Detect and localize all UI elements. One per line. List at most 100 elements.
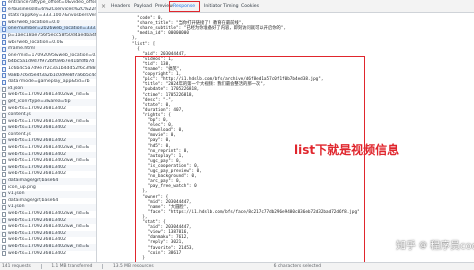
request-name: web?ts=1709236813402&w_rid=&: [8, 224, 90, 230]
request-row[interactable]: v1.json: [0, 204, 96, 211]
request-list: entrance?aftype_offset=0&video_offset=0&…: [0, 0, 97, 262]
request-row[interactable]: data?mode=gameplay_app&tid=rb: [0, 79, 96, 86]
request-row[interactable]: web?ts=1709236813402: [0, 106, 96, 113]
request-name: web?ts=1709236813402: [8, 230, 66, 236]
request-name: p=1aec18ae756f5ecc58f50d4aedba4fce: [8, 32, 96, 38]
request-name: web?ts=1709236813402&w_rid=&: [8, 118, 90, 124]
file-icon: [2, 178, 6, 184]
request-row[interactable]: web?ts=1709236813402&w_rid=&: [0, 224, 96, 231]
request-row[interactable]: b4bc5a1d9d7f972bffa9b7e41bfdfb7d: [0, 59, 96, 66]
document-icon: [2, 13, 6, 19]
request-row[interactable]: stats?appKey=333.1007&nvosbersVersion: [0, 13, 96, 20]
status-divider: [40, 264, 42, 269]
request-name: web?ts=1709236813402&w_rid=&: [8, 211, 90, 216]
tab-cookies[interactable]: Cookies: [241, 4, 259, 13]
request-row[interactable]: dataimage/gif;base64: [0, 178, 96, 185]
request-row[interactable]: web?ts=1709236813402&w_rid=&: [0, 211, 96, 218]
detail-tab-bar: × Headers Payload Preview Response Initi…: [98, 0, 474, 13]
request-row[interactable]: web?ts=1709236813402: [0, 237, 96, 244]
request-name: 1c6b4c5a7d9e7f2c3a1b4dd52f6c3f88: [8, 65, 96, 71]
list-highlight-box: [135, 56, 365, 267]
file-icon: [2, 159, 6, 165]
request-name: v1.json: [8, 204, 25, 210]
request-row[interactable]: web?ts=1709236813402: [0, 125, 96, 132]
document-icon: [2, 79, 6, 85]
close-icon[interactable]: ×: [101, 4, 106, 10]
request-row[interactable]: e?businessId=6%2Cservices%2C%22mpm%22: [0, 6, 96, 14]
request-count: 141 requests: [2, 264, 31, 269]
request-row[interactable]: web?ts=1709236813402&w_rid=&: [0, 243, 96, 251]
request-name: e?businessId=6%2Cservices%2C%22mpm%22: [8, 6, 96, 12]
response-tab-highlight-box: [169, 1, 200, 12]
request-row[interactable]: p=1aec18ae756f5ecc58f50d4aedba4fce: [0, 32, 96, 40]
file-icon: [2, 224, 6, 230]
file-icon: [2, 218, 6, 224]
request-row[interactable]: one?number=2026web_location=333.934&: [0, 26, 96, 33]
request-name: web?ts=1709236813402&w_rid=&: [8, 243, 90, 249]
request-row[interactable]: web?ts=1709236813402: [0, 251, 96, 258]
request-name: dataimage/gif;base64: [8, 197, 59, 203]
file-icon: [2, 231, 6, 237]
resources-size: 13.5 MB resources: [113, 264, 154, 269]
watermark-site: 知乎: [396, 240, 416, 252]
request-name: entrance?aftype_offset=0&video_offset=0&…: [8, 0, 96, 5]
tab-initiator[interactable]: Initiator: [204, 4, 222, 13]
file-icon: [2, 112, 6, 118]
request-row[interactable]: web?ts=1709236813402: [0, 217, 96, 225]
request-row[interactable]: icon_up.png: [0, 185, 96, 192]
request-name: 9a8b7c6d5e4f3a2b1c0d9e8f7a6b5c4d: [8, 72, 96, 78]
request-row[interactable]: id.json: [0, 85, 96, 93]
request-name: stats?appKey=333.1007&nvosbersVersion: [8, 13, 96, 19]
request-row[interactable]: web?ts=1709236813402: [0, 164, 96, 172]
request-row[interactable]: 9a8b7c6d5e4f3a2b1c0d9e8f7a6b5c4d: [0, 72, 96, 80]
file-icon: [2, 86, 6, 92]
document-icon: [2, 33, 6, 39]
tab-timing[interactable]: Timing: [223, 4, 239, 13]
request-name: web?ts=1709236813402: [8, 250, 66, 256]
request-row[interactable]: get_icon?type=3&area=tip: [0, 98, 96, 106]
file-icon: [2, 211, 6, 217]
request-row[interactable]: iframe.html: [0, 46, 96, 53]
request-row[interactable]: wbi?web_location=0.0: [0, 19, 96, 27]
request-row[interactable]: web?ts=1709236813402&w_rid=&: [0, 92, 96, 99]
tab-payload[interactable]: Payload: [134, 4, 152, 13]
request-name: wbi?web_location=0.0: [8, 19, 60, 25]
document-icon: [2, 46, 6, 52]
request-row[interactable]: web?ts=1709236813402: [0, 171, 96, 178]
request-row[interactable]: web?ts=1709236813402&w_rid=&: [0, 119, 96, 126]
request-row[interactable]: web?ts=1709236813402: [0, 138, 96, 146]
status-divider: [102, 264, 103, 269]
request-row[interactable]: web?ts=1709236813402&w_rid=&: [0, 145, 96, 152]
watermark-at: @: [419, 239, 427, 249]
tab-headers[interactable]: Headers: [111, 4, 130, 13]
request-name: iframe.html: [8, 46, 35, 52]
request-row[interactable]: one?mid=17092095&web_location=0.0: [0, 53, 96, 60]
request-name: web?ts=1709236813402&w_rid=&: [8, 92, 90, 98]
file-icon: [2, 251, 6, 257]
request-name: content.js: [8, 131, 31, 137]
request-name: get_icon?type=3&area=tip: [8, 98, 71, 104]
request-name: v1.json: [8, 191, 25, 197]
request-row[interactable]: entrance?aftype_offset=0&video_offset=0&…: [0, 0, 96, 7]
document-icon: [2, 20, 6, 26]
request-name: web?ts=1709236813402: [8, 125, 66, 131]
file-icon: [2, 132, 6, 138]
request-row[interactable]: web?ts=1709236813402: [0, 230, 96, 238]
request-row[interactable]: content.js: [0, 132, 96, 139]
transferred-size: 1.1 MB transferred: [51, 264, 93, 269]
request-name: web?ts=1709236813402&w_rid=&: [8, 145, 90, 151]
request-row[interactable]: dataimage/gif;base64: [0, 198, 96, 205]
request-row[interactable]: content.js: [0, 112, 96, 119]
file-icon: [2, 93, 6, 99]
request-row[interactable]: web?ts=1709236813402&w_rid=&: [0, 158, 96, 165]
request-row[interactable]: web?ts=1709236813402: [0, 151, 96, 159]
request-row[interactable]: wbi?web_location=0.0&: [0, 40, 96, 47]
request-row[interactable]: v1.json: [0, 191, 96, 198]
request-name: web?ts=1709236813402: [8, 217, 66, 223]
file-icon: [2, 126, 6, 132]
request-row[interactable]: 1c6b4c5a7d9e7f2c3a1b4dd52f6c3f88: [0, 66, 96, 73]
file-icon: [2, 106, 6, 112]
file-icon: [2, 244, 6, 250]
file-icon: [2, 172, 6, 178]
document-icon: [2, 7, 6, 13]
